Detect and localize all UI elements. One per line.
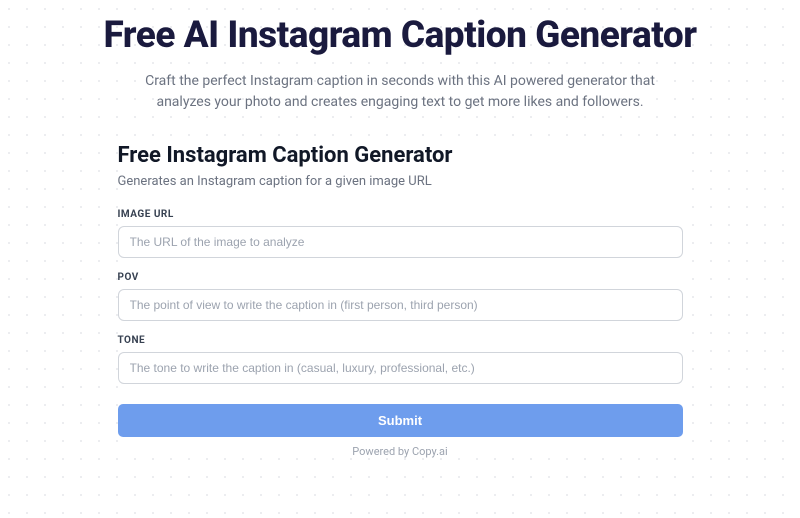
image-url-label: IMAGE URL — [118, 209, 683, 220]
form-group-pov: POV — [118, 272, 683, 321]
form-description: Generates an Instagram caption for a giv… — [118, 174, 683, 189]
page-subtitle: Craft the perfect Instagram caption in s… — [140, 71, 660, 113]
pov-input[interactable] — [118, 289, 683, 321]
image-url-input[interactable] — [118, 226, 683, 258]
form-group-image-url: IMAGE URL — [118, 209, 683, 258]
form-title: Free Instagram Caption Generator — [118, 143, 683, 168]
pov-label: POV — [118, 272, 683, 283]
tone-input[interactable] — [118, 352, 683, 384]
powered-by-text: Powered by Copy.ai — [118, 445, 683, 458]
form-card: Free Instagram Caption Generator Generat… — [118, 143, 683, 458]
tone-label: TONE — [118, 335, 683, 346]
form-group-tone: TONE — [118, 335, 683, 384]
submit-button[interactable]: Submit — [118, 404, 683, 437]
page-title: Free AI Instagram Caption Generator — [10, 14, 790, 57]
